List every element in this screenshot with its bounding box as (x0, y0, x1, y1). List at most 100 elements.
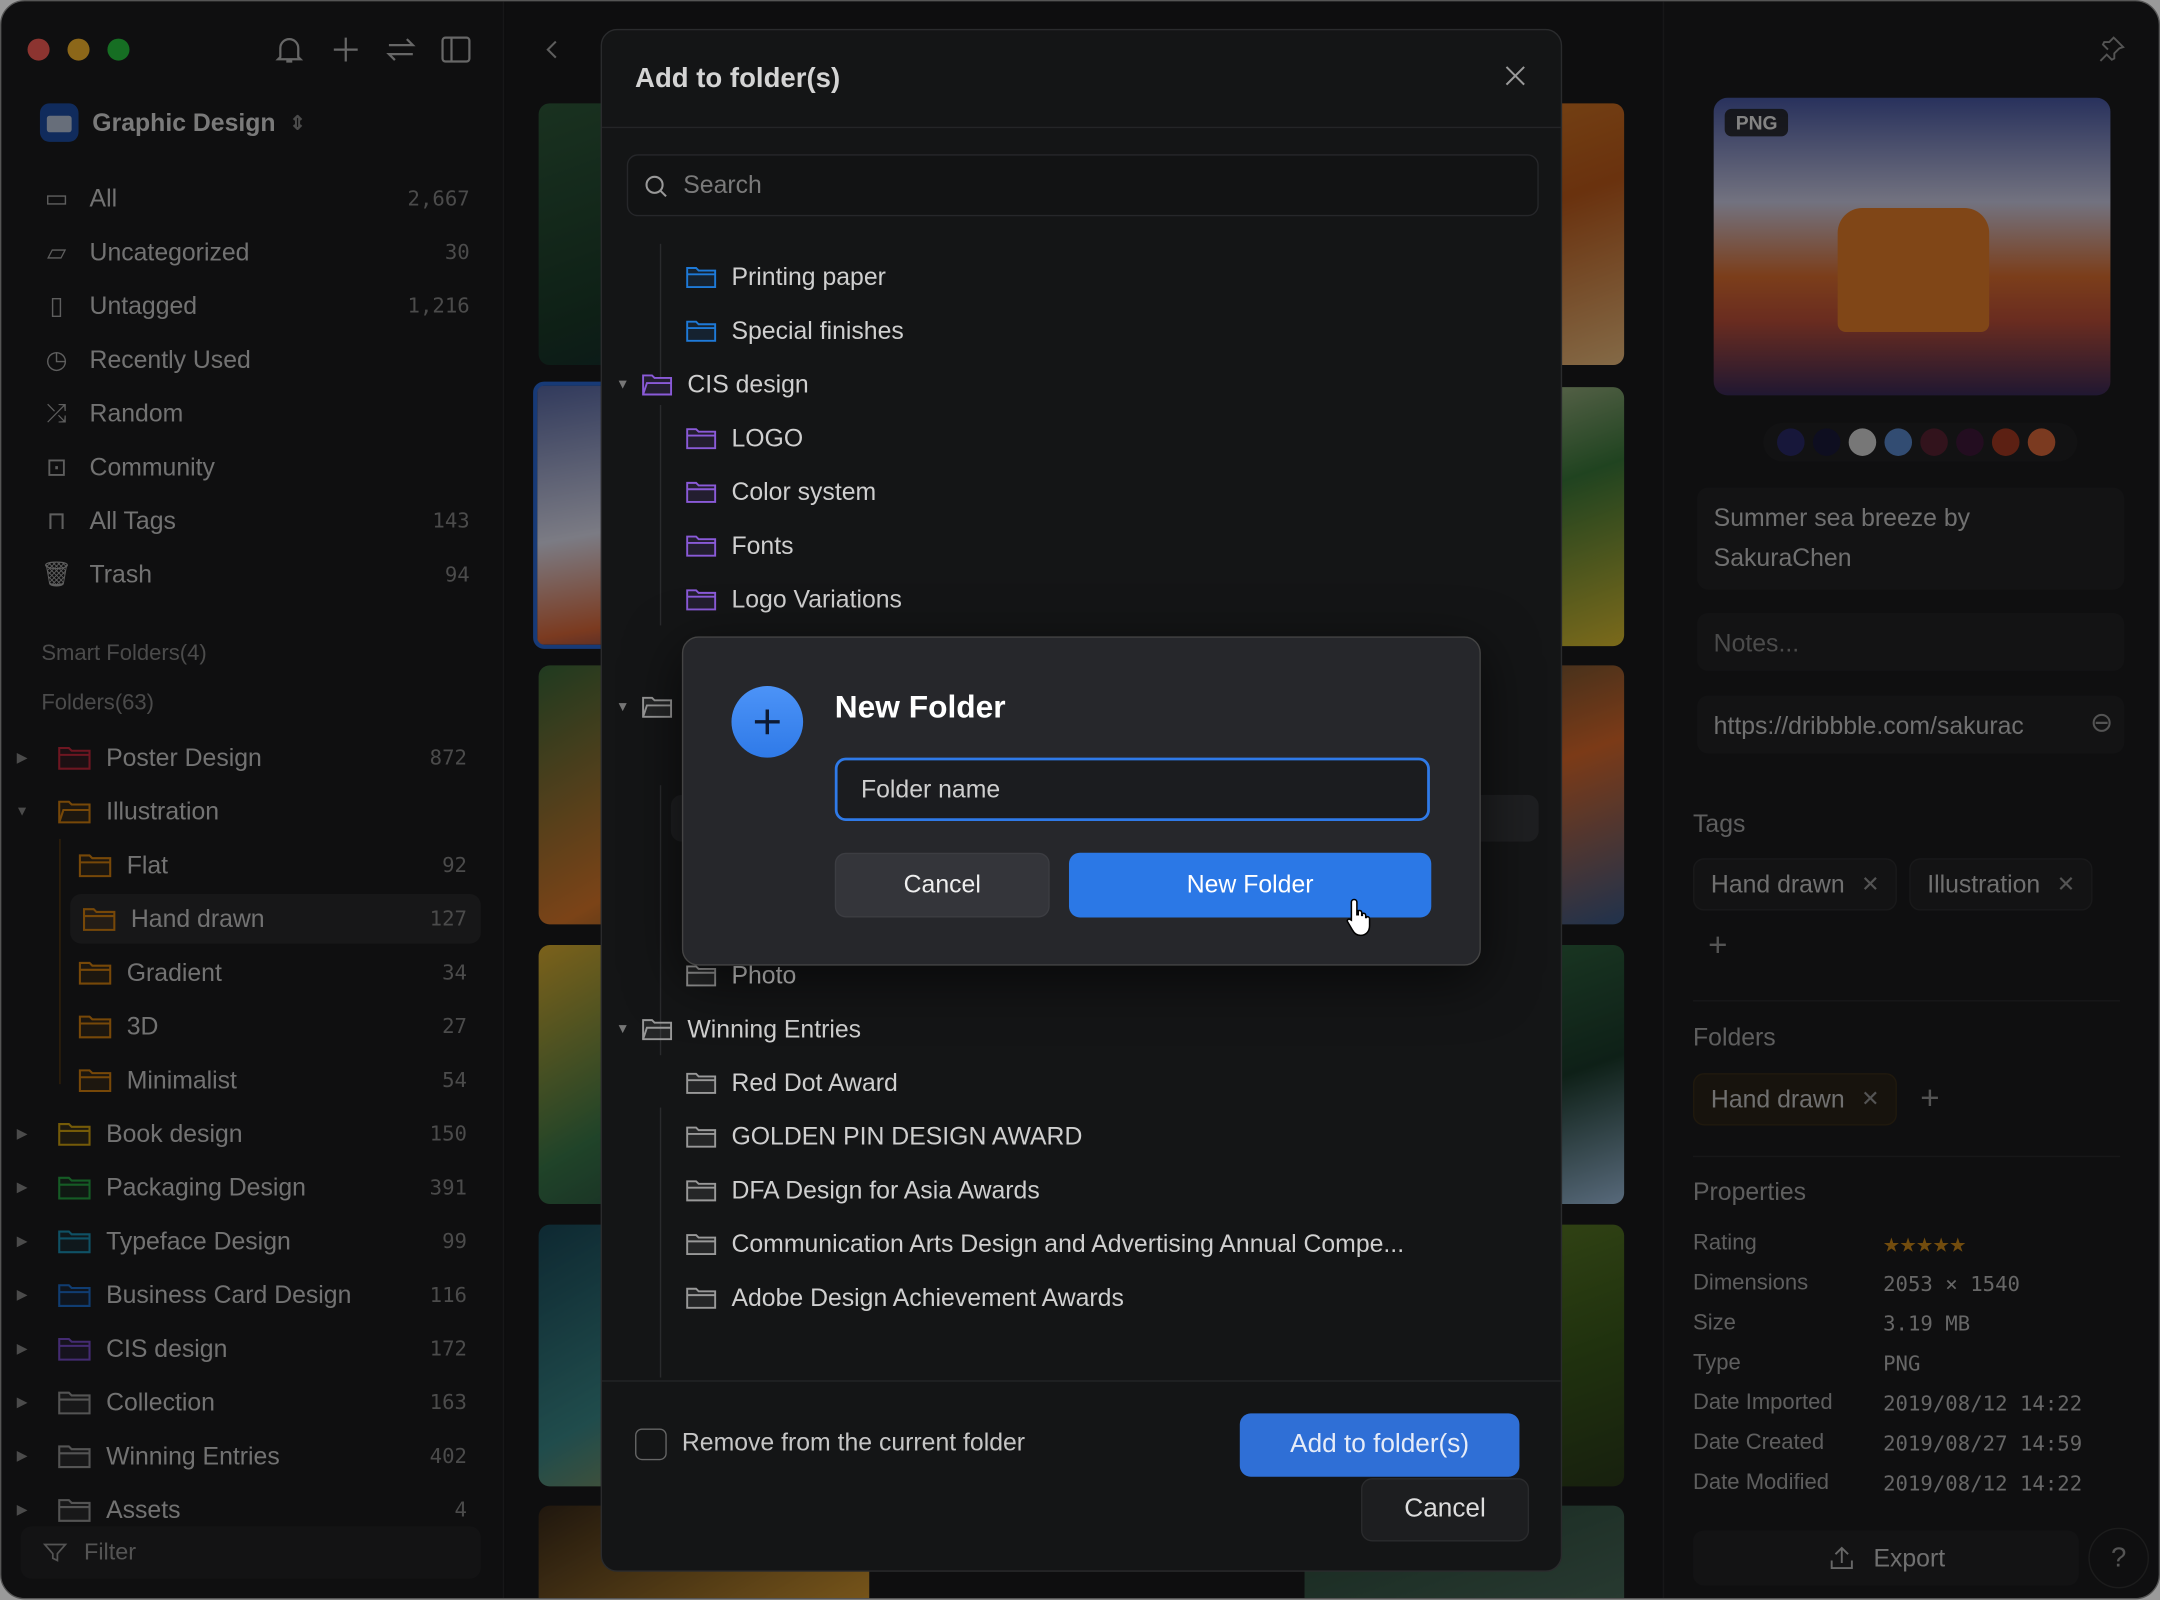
palette-swatch[interactable] (1991, 428, 2020, 456)
folder-item[interactable]: ▼ Illustration (12, 787, 480, 837)
sidebar-item-all[interactable]: ▭ All 2,667 (40, 175, 470, 222)
add-tag-icon[interactable]: + (1708, 927, 1727, 966)
folder-icon (685, 263, 718, 291)
folder-tree-item[interactable]: Communication Arts Design and Advertisin… (685, 1219, 1404, 1269)
sidebar-item-all-tags[interactable]: ⊓ All Tags 143 (40, 497, 470, 544)
folder-tree-item[interactable]: LOGO (685, 413, 803, 463)
remove-from-current-checkbox[interactable] (635, 1428, 667, 1461)
folders-header[interactable]: Folders(63) (41, 692, 154, 717)
folder-name-input[interactable] (834, 757, 1430, 822)
preview-image[interactable]: PNG (1713, 97, 2111, 396)
palette-swatch[interactable] (1777, 428, 1805, 456)
folder-tree-item[interactable]: ▼ Winning Entries (613, 1004, 861, 1054)
link-icon[interactable]: ⊖ (2090, 704, 2113, 744)
sidebar-item-untagged[interactable]: ▯ Untagged 1,216 (40, 282, 470, 329)
remove-tag-icon[interactable]: ✕ (2057, 871, 2075, 899)
bell-icon[interactable] (271, 32, 307, 68)
close-window-button[interactable] (27, 38, 50, 61)
filter-input[interactable]: Filter (20, 1526, 481, 1579)
folder-item[interactable]: ▶ Packaging Design 391 (12, 1163, 480, 1213)
export-button[interactable]: Export (1693, 1530, 2079, 1586)
url-field[interactable]: https://dribbble.com/sakurac ⊖ (1697, 695, 2125, 754)
folder-chip[interactable]: Hand drawn ✕ (1693, 1073, 1898, 1126)
folder-tree-item[interactable]: Fonts (685, 521, 794, 571)
folder-item[interactable]: Hand drawn 127 (70, 894, 481, 944)
folder-item[interactable]: ▶ Business Card Design 116 (12, 1270, 480, 1320)
folder-item[interactable]: ▶ CIS design 172 (12, 1324, 480, 1374)
chevron-right-icon[interactable]: ▶ (12, 1234, 31, 1249)
smart-folders-header[interactable]: Smart Folders(4) (41, 642, 206, 667)
chevron-right-icon[interactable]: ▶ (12, 1287, 31, 1302)
plus-circle-icon (731, 686, 804, 758)
chevron-right-icon[interactable]: ▶ (12, 1448, 31, 1463)
remove-folder-icon[interactable]: ✕ (1861, 1086, 1879, 1114)
title-field[interactable]: Summer sea breeze by SakuraChen (1697, 487, 2125, 590)
plus-icon[interactable] (328, 32, 364, 68)
folder-tree-label: Red Dot Award (731, 1068, 898, 1096)
folder-tree-item[interactable]: Logo Variations (685, 574, 902, 624)
palette-swatch[interactable] (1812, 428, 1841, 456)
chevron-down-icon[interactable]: ▼ (613, 377, 632, 392)
folder-tree-item[interactable]: ▼ (613, 682, 687, 732)
add-to-folders-button[interactable]: Add to folder(s) (1239, 1413, 1520, 1477)
folder-item[interactable]: 3D 27 (12, 1001, 480, 1051)
folder-tree-item[interactable]: Color system (685, 467, 876, 517)
sidebar-item-trash[interactable]: 🗑 Trash 94 (40, 551, 470, 598)
chevron-down-icon[interactable]: ▼ (613, 1021, 632, 1036)
sidebar-item-community[interactable]: ⊡ Community (40, 444, 470, 491)
sidebar-item-uncategorized[interactable]: ▱ Uncategorized 30 (40, 229, 470, 276)
palette-swatch[interactable] (1884, 428, 1913, 456)
folder-tree-item[interactable]: Red Dot Award (685, 1058, 898, 1108)
cancel-button[interactable]: Cancel (1361, 1478, 1530, 1542)
folder-item[interactable]: ▶ Poster Design 872 (12, 733, 480, 783)
new-folder-cancel-button[interactable]: Cancel (834, 852, 1050, 918)
close-icon[interactable] (1500, 61, 1530, 91)
folder-item[interactable]: Flat 92 (12, 840, 480, 890)
folder-item[interactable]: ▶ Book design 150 (12, 1109, 480, 1159)
folder-item[interactable]: ▶ Typeface Design 99 (12, 1216, 480, 1266)
sidebar-item-random[interactable]: ⤮ Random (40, 390, 470, 437)
help-button[interactable]: ? (2088, 1527, 2149, 1589)
chevron-right-icon[interactable]: ▶ (12, 1341, 31, 1356)
folder-search[interactable] (626, 154, 1539, 217)
remove-from-current-label[interactable]: Remove from the current folder (682, 1429, 1025, 1458)
rating-stars[interactable]: ★★★★★ (1883, 1226, 1966, 1259)
chevron-down-icon[interactable]: ▼ (12, 804, 31, 819)
search-input[interactable] (683, 170, 1510, 200)
folder-tree-item[interactable]: ▼ CIS design (613, 360, 809, 410)
notes-field[interactable]: Notes... (1697, 613, 2125, 671)
folder-tree-item[interactable]: Special finishes (685, 306, 904, 356)
folder-tree-item[interactable]: Adobe Design Achievement Awards (685, 1273, 1124, 1323)
folder-item[interactable]: ▶ Winning Entries 402 (12, 1431, 480, 1481)
palette-swatch[interactable] (2027, 428, 2056, 456)
pin-icon[interactable] (2097, 34, 2127, 64)
folder-item[interactable]: Minimalist 54 (12, 1055, 480, 1105)
chevron-right-icon[interactable]: ▶ (12, 1180, 31, 1195)
sidebar-item-recently-used[interactable]: ◷ Recently Used (40, 336, 470, 383)
swap-icon[interactable] (383, 32, 419, 68)
folder-tree-item[interactable]: Printing paper (685, 252, 886, 302)
folder-icon (56, 1335, 92, 1363)
chevron-right-icon[interactable]: ▶ (12, 1126, 31, 1141)
folder-tree-item[interactable]: DFA Design for Asia Awards (685, 1165, 1040, 1215)
library-switcher[interactable]: Graphic Design ⇕ (39, 103, 306, 142)
chevron-right-icon[interactable]: ▶ (12, 1502, 31, 1517)
back-icon[interactable] (539, 32, 567, 68)
chevron-down-icon[interactable]: ▼ (613, 699, 632, 714)
add-folder-icon[interactable]: + (1920, 1080, 1939, 1119)
remove-tag-icon[interactable]: ✕ (1861, 871, 1879, 899)
palette-swatch[interactable] (1956, 428, 1984, 456)
tag-chip[interactable]: Hand drawn ✕ (1693, 858, 1898, 911)
palette-swatch[interactable] (1920, 428, 1948, 456)
folder-count: 116 (429, 1282, 467, 1308)
tag-chip[interactable]: Illustration ✕ (1909, 858, 2094, 911)
minimize-window-button[interactable] (67, 38, 90, 61)
folder-tree-item[interactable]: GOLDEN PIN DESIGN AWARD (685, 1112, 1082, 1162)
chevron-right-icon[interactable]: ▶ (12, 750, 31, 765)
sidebar-toggle-icon[interactable] (438, 32, 474, 68)
maximize-window-button[interactable] (107, 38, 130, 61)
folder-item[interactable]: Gradient 34 (12, 948, 480, 998)
chevron-right-icon[interactable]: ▶ (12, 1395, 31, 1410)
palette-swatch[interactable] (1848, 428, 1877, 456)
folder-item[interactable]: ▶ Collection 163 (12, 1378, 480, 1428)
